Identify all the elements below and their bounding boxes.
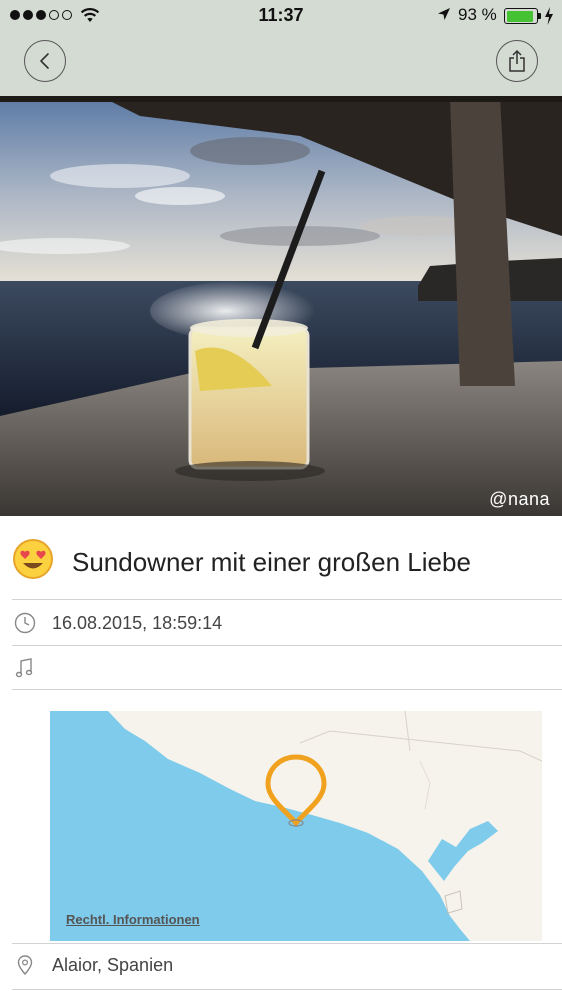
map-pin-icon[interactable] (264, 753, 328, 829)
charging-bolt-icon (545, 7, 553, 25)
status-bar: 11:37 93 % (0, 0, 562, 32)
share-button[interactable] (496, 40, 538, 82)
battery-icon (504, 8, 538, 24)
heart-eyes-emoji-icon[interactable] (12, 538, 54, 580)
divider (12, 989, 562, 990)
music-row[interactable] (0, 646, 562, 690)
date-row: 16.08.2015, 18:59:14 (0, 601, 562, 645)
clock-icon (14, 612, 36, 634)
back-button[interactable] (24, 40, 66, 82)
location-map[interactable]: Rechtl. Informationen (50, 711, 542, 941)
sunset-drink-photo (0, 96, 562, 516)
location-pin-icon (17, 955, 33, 976)
legal-info-link[interactable]: Rechtl. Informationen (66, 912, 200, 927)
music-note-icon (15, 658, 33, 678)
entry-title-row: Sundowner mit einer großen Liebe (0, 530, 562, 598)
entry-title: Sundowner mit einer großen Liebe (72, 547, 471, 577)
battery-percent: 93 % (458, 5, 497, 24)
location-row[interactable]: Alaior, Spanien (0, 943, 562, 987)
battery-tip (538, 13, 541, 19)
chevron-left-icon (40, 53, 49, 69)
divider (12, 689, 562, 690)
photo-credit: @nana (489, 489, 550, 509)
entry-location: Alaior, Spanien (52, 955, 174, 975)
share-icon (509, 49, 525, 72)
entry-datetime: 16.08.2015, 18:59:14 (52, 613, 223, 633)
header: 11:37 93 % (0, 0, 562, 96)
location-arrow-icon (438, 8, 450, 20)
divider (12, 599, 562, 600)
entry-photo[interactable]: @nana (0, 96, 562, 516)
